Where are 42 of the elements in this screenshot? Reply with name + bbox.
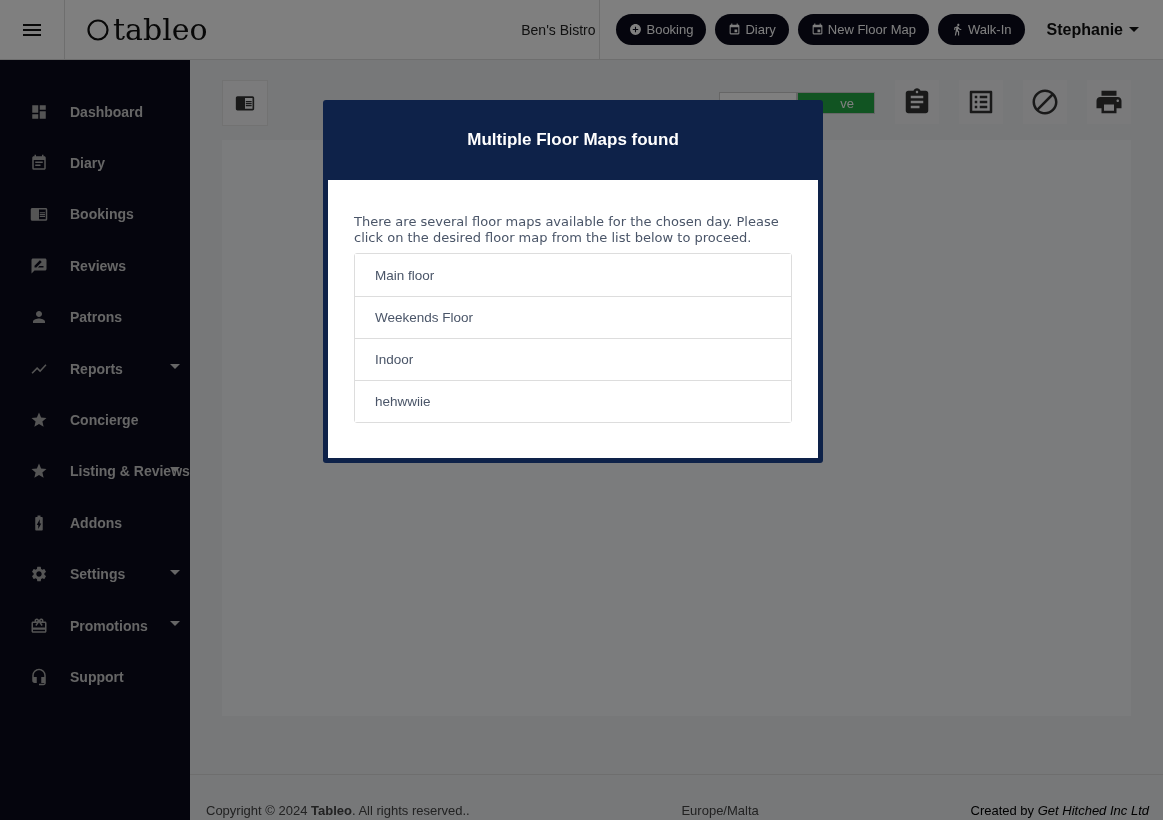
plus-icon xyxy=(629,23,643,36)
dashboard-icon xyxy=(30,102,48,121)
book-icon xyxy=(235,93,255,113)
book-icon xyxy=(30,205,48,224)
copyright-text: Copyright © 2024 Tableo. All rights reserved.. xyxy=(206,803,470,818)
venue-name: Ben's Bistro xyxy=(521,21,597,38)
modal-title: Multiple Floor Maps found xyxy=(467,129,679,151)
user-menu[interactable]: Stephanie xyxy=(1040,19,1145,40)
sidebar-item[interactable]: Reports xyxy=(0,342,190,395)
modal-message: There are several floor maps available for the chosen day. Please click on the desired floor map from the list below to proceed. xyxy=(354,214,780,246)
gift-icon xyxy=(30,616,48,635)
sidebar-item[interactable]: Dashboard xyxy=(0,86,190,138)
sidebar-item[interactable]: Reviews xyxy=(0,240,190,292)
sidebar-item[interactable]: Listing & Reviews xyxy=(0,445,190,498)
header-action-button[interactable]: Walk-In xyxy=(937,14,1025,45)
calendar-icon xyxy=(30,154,48,173)
sidebar-item[interactable]: Patrons xyxy=(0,291,190,343)
sidebar-item[interactable]: Concierge xyxy=(0,394,190,446)
sidebar-item[interactable]: Bookings xyxy=(0,188,190,241)
brand-logo: tableo xyxy=(113,12,208,47)
sidebar-item[interactable]: Addons xyxy=(0,497,190,549)
sidebar-item[interactable]: Promotions xyxy=(0,599,190,652)
timezone-text: Europe/Malta xyxy=(681,803,759,818)
credit-text: Created by Get Hitched Inc Ltd xyxy=(970,803,1149,818)
sidebar-item[interactable]: Diary xyxy=(0,137,190,189)
calendar-icon xyxy=(810,23,824,36)
star-icon xyxy=(30,411,48,430)
calendar-icon xyxy=(728,23,742,36)
header-action-button[interactable]: Diary xyxy=(715,14,789,45)
sidebar-item[interactable]: Support xyxy=(0,651,190,703)
panel-toggle-button[interactable] xyxy=(222,80,268,126)
floor-map-option[interactable]: hehwwiie xyxy=(355,380,791,423)
review-icon xyxy=(30,256,48,275)
headset-icon xyxy=(30,668,48,686)
header-action-button[interactable]: Booking xyxy=(616,14,707,45)
star-icon xyxy=(30,462,48,481)
settings-icon xyxy=(30,565,48,584)
caret-icon xyxy=(1129,27,1139,32)
logo-icon xyxy=(87,18,109,41)
sidebar-item[interactable]: Settings xyxy=(0,548,190,600)
header-action-button[interactable]: New Floor Map xyxy=(797,14,929,45)
block-icon xyxy=(1030,87,1060,117)
